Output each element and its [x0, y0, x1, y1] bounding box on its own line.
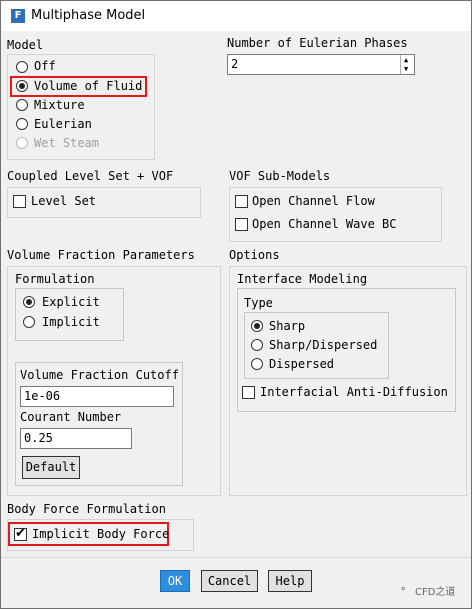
implicit-body-force-checkbox[interactable]: [14, 526, 27, 541]
model-off-radio[interactable]: [16, 61, 28, 73]
courant-number-label: Courant Number: [20, 410, 122, 424]
sharp-dispersed-radio[interactable]: [251, 339, 263, 351]
vof-submodels-heading: VOF Sub-Models: [229, 169, 331, 183]
open-channel-wave-bc-label[interactable]: Open Channel Wave BC: [252, 217, 397, 231]
type-label: Type: [244, 296, 273, 310]
title-bar[interactable]: F Multiphase Model: [1, 1, 471, 31]
open-channel-flow-label[interactable]: Open Channel Flow: [252, 194, 375, 208]
eulerian-phases-value: 2: [231, 57, 239, 71]
model-eulerian-label[interactable]: Eulerian: [34, 117, 92, 131]
interface-modeling-label: Interface Modeling: [237, 272, 368, 286]
anti-diffusion-label[interactable]: Interfacial Anti-Diffusion: [260, 385, 448, 399]
volume-fraction-cutoff-value: 1e-06: [24, 389, 61, 403]
explicit-radio[interactable]: [23, 296, 35, 308]
fluent-app-icon: F: [11, 9, 25, 23]
implicit-label[interactable]: Implicit: [42, 315, 100, 329]
multiphase-model-dialog: F Multiphase Model Model Off Volume of F…: [0, 0, 472, 609]
model-mixture-label[interactable]: Mixture: [34, 98, 85, 112]
anti-diffusion-checkbox[interactable]: [242, 386, 255, 399]
model-off-label[interactable]: Off: [34, 59, 56, 73]
ok-button[interactable]: OK: [160, 570, 190, 592]
eulerian-phases-label: Number of Eulerian Phases: [227, 36, 408, 50]
sharp-radio[interactable]: [251, 320, 263, 332]
model-vof-radio[interactable]: [16, 80, 28, 92]
default-button[interactable]: Default: [22, 456, 80, 479]
cancel-button[interactable]: Cancel: [201, 570, 258, 592]
model-eulerian-radio[interactable]: [16, 118, 28, 130]
open-channel-wave-bc-checkbox[interactable]: [235, 218, 248, 231]
spinner-arrows[interactable]: ▲ ▼: [400, 55, 415, 74]
level-set-label[interactable]: Level Set: [31, 194, 96, 208]
volume-fraction-cutoff-label: Volume Fraction Cutoff: [20, 368, 179, 382]
model-heading: Model: [7, 38, 44, 52]
explicit-label[interactable]: Explicit: [42, 295, 100, 309]
model-vof-label[interactable]: Volume of Fluid: [34, 79, 142, 93]
dispersed-label[interactable]: Dispersed: [269, 357, 334, 371]
button-separator: [1, 557, 471, 558]
sharp-label[interactable]: Sharp: [269, 319, 305, 333]
coupled-level-set-heading: Coupled Level Set + VOF: [7, 169, 174, 183]
spinner-down-icon[interactable]: ▼: [404, 65, 408, 73]
window-title: Multiphase Model: [31, 8, 146, 23]
watermark-text: CFD之道: [415, 587, 456, 598]
spinner-up-icon[interactable]: ▲: [404, 56, 408, 64]
body-force-heading: Body Force Formulation: [7, 502, 166, 516]
courant-number-value: 0.25: [24, 431, 53, 445]
formulation-label: Formulation: [15, 272, 95, 286]
eulerian-phases-spinner[interactable]: 2: [227, 54, 415, 75]
model-wet-steam-label: Wet Steam: [34, 136, 100, 150]
implicit-radio[interactable]: [23, 316, 35, 328]
vfp-heading: Volume Fraction Parameters: [7, 248, 195, 262]
wechat-icon: ⚬: [399, 584, 408, 595]
sharp-dispersed-label[interactable]: Sharp/Dispersed: [269, 338, 377, 352]
implicit-body-force-label[interactable]: Implicit Body Force: [32, 527, 169, 541]
help-button[interactable]: Help: [268, 570, 312, 592]
courant-number-input[interactable]: 0.25: [20, 428, 132, 449]
options-heading: Options: [229, 248, 280, 262]
open-channel-flow-checkbox[interactable]: [235, 195, 248, 208]
model-wet-steam-radio: [16, 137, 28, 149]
dispersed-radio[interactable]: [251, 358, 263, 370]
model-mixture-radio[interactable]: [16, 99, 28, 111]
level-set-checkbox[interactable]: [13, 195, 26, 208]
volume-fraction-cutoff-input[interactable]: 1e-06: [20, 386, 174, 407]
